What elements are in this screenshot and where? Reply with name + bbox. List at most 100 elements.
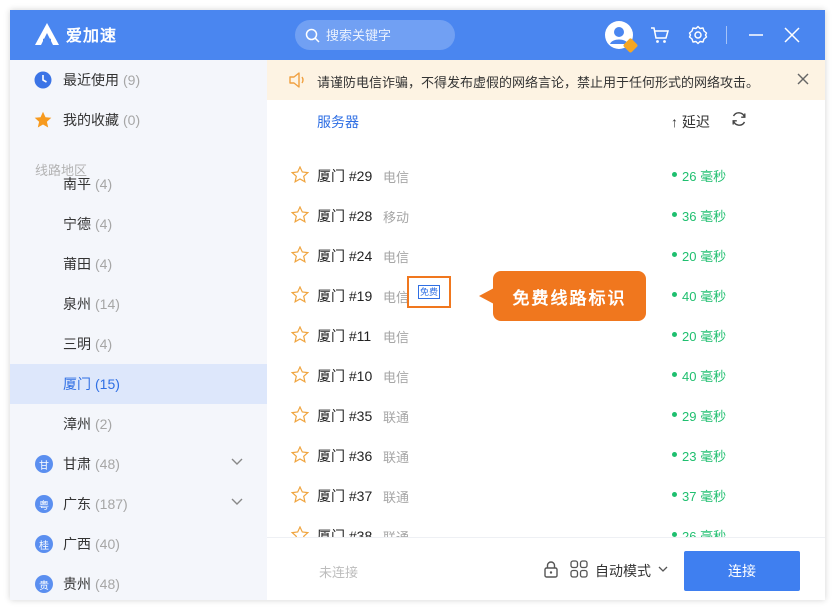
server-latency: 40 毫秒 (682, 369, 727, 384)
server-isp: 电信 (383, 290, 410, 305)
sidebar-item-guangxi[interactable]: 桂 广西 (40) (10, 524, 267, 564)
status-dot (672, 172, 677, 177)
column-header-delay-label: 延迟 (681, 114, 710, 130)
server-row[interactable]: 厦门 #35 联通 29 毫秒 (267, 394, 825, 434)
search-input[interactable] (326, 27, 446, 43)
sidebar-item-count: (9) (123, 72, 141, 88)
sidebar-item-guangdong[interactable]: 粤 广东 (187) (10, 484, 267, 524)
gear-icon[interactable] (685, 22, 711, 48)
connect-button[interactable]: 连接 (684, 551, 800, 591)
connection-status: 未连接 (319, 565, 359, 580)
sidebar-item-ningde[interactable]: 宁德 (4) (10, 204, 267, 244)
sidebar-item-xiamen[interactable]: 厦门 (15) (10, 364, 267, 404)
sidebar-item-putian[interactable]: 莆田 (4) (10, 244, 267, 284)
notice-bar: 请谨防电信诈骗，不得发布虚假的网络言论，禁止用于任何形式的网络攻击。 (267, 60, 825, 100)
sidebar-item-quanzhou[interactable]: 泉州 (14) (10, 284, 267, 324)
sidebar-item-nanping[interactable]: 南平 (4) (10, 164, 267, 204)
server-row[interactable]: 厦门 #24 电信 20 毫秒 (267, 234, 825, 274)
province-badge-icon: 甘 (35, 455, 53, 473)
server-latency: 40 毫秒 (682, 289, 727, 304)
sidebar-item-guizhou[interactable]: 贵 贵州 (48) (10, 564, 267, 600)
refresh-icon[interactable] (731, 111, 747, 127)
mode-selector[interactable]: 自动模式 (595, 561, 651, 581)
server-row[interactable]: 厦门 #37 联通 37 毫秒 (267, 474, 825, 514)
server-isp: 联通 (383, 450, 410, 465)
server-isp: 电信 (383, 370, 410, 385)
sidebar-item-label: 三明 (63, 336, 91, 352)
sidebar-item-count: (15) (95, 376, 120, 392)
sidebar-item-favorites[interactable]: 我的收藏 (0) (10, 100, 267, 140)
status-dot (672, 292, 677, 297)
speaker-icon (289, 72, 304, 88)
sidebar-item-count: (4) (95, 336, 113, 352)
sidebar-item-label: 宁德 (63, 216, 91, 232)
server-name: 厦门 #11 (317, 328, 372, 344)
favorite-star-icon[interactable] (291, 206, 309, 223)
favorite-star-icon[interactable] (291, 406, 309, 423)
footer-bar: 未连接 自动模式 连接 (267, 537, 825, 600)
server-name: 厦门 #24 (317, 248, 373, 264)
sidebar-item-label: 最近使用 (63, 72, 119, 88)
server-isp: 电信 (383, 170, 410, 185)
mode-grid-icon[interactable] (570, 560, 588, 578)
favorite-star-icon[interactable] (291, 286, 309, 303)
server-name: 厦门 #28 (317, 208, 373, 224)
server-latency: 29 毫秒 (682, 409, 727, 424)
sidebar: 最近使用 (9) 我的收藏 (0) 线路地区 南平 (4) 宁德 (4) 莆田 (4) 泉… (10, 60, 267, 600)
server-name: 厦门 #37 (317, 488, 373, 504)
notice-text: 请谨防电信诈骗，不得发布虚假的网络言论，禁止用于任何形式的网络攻击。 (317, 75, 760, 90)
province-badge-icon: 粤 (35, 495, 53, 513)
favorite-star-icon[interactable] (291, 446, 309, 463)
title-bar: 爱加速 (10, 10, 825, 60)
server-name: 厦门 #10 (317, 368, 373, 384)
server-isp: 联通 (383, 410, 410, 425)
province-badge-icon: 贵 (35, 575, 53, 593)
sidebar-item-zhangzhou[interactable]: 漳州 (2) (10, 404, 267, 444)
server-isp: 电信 (383, 250, 410, 265)
favorite-star-icon[interactable] (291, 166, 309, 183)
sidebar-item-label: 贵州 (63, 576, 91, 592)
status-dot (672, 212, 677, 217)
chevron-down-icon[interactable] (658, 566, 668, 573)
sidebar-item-label: 泉州 (63, 296, 91, 312)
sidebar-item-gansu[interactable]: 甘 甘肃 (48) (10, 444, 267, 484)
close-icon[interactable] (779, 22, 805, 48)
favorite-star-icon[interactable] (291, 326, 309, 343)
cart-icon[interactable] (647, 22, 673, 48)
callout-pointer (479, 288, 494, 304)
search-box[interactable] (295, 20, 455, 50)
favorite-star-icon[interactable] (291, 246, 309, 263)
sidebar-item-label: 漳州 (63, 416, 91, 432)
app-name: 爱加速 (66, 28, 118, 45)
server-row[interactable]: 厦门 #29 电信 26 毫秒 (267, 154, 825, 194)
chevron-down-icon[interactable] (231, 458, 243, 466)
server-isp: 移动 (383, 210, 410, 225)
favorite-star-icon[interactable] (291, 486, 309, 503)
chevron-down-icon[interactable] (231, 498, 243, 506)
free-line-callout: 免费线路标识 (479, 271, 646, 321)
sidebar-item-count: (4) (95, 176, 113, 192)
app-logo: 爱加速 (34, 22, 117, 46)
avatar-icon[interactable] (605, 21, 639, 54)
column-header-delay[interactable]: ↑ 延迟 (671, 112, 710, 132)
sidebar-item-count: (48) (95, 576, 120, 592)
server-row[interactable]: 厦门 #36 联通 23 毫秒 (267, 434, 825, 474)
column-header-server[interactable]: 服务器 (317, 112, 359, 132)
sidebar-item-recent[interactable]: 最近使用 (9) (10, 60, 267, 100)
server-row[interactable]: 厦门 #10 电信 40 毫秒 (267, 354, 825, 394)
sidebar-item-label: 莆田 (63, 256, 91, 272)
server-row[interactable]: 厦门 #28 移动 36 毫秒 (267, 194, 825, 234)
lock-icon[interactable] (542, 560, 560, 578)
server-isp: 联通 (383, 490, 410, 505)
status-dot (672, 252, 677, 257)
status-dot (672, 452, 677, 457)
favorite-star-icon[interactable] (291, 366, 309, 383)
minimize-icon[interactable] (743, 22, 769, 48)
sidebar-item-sanming[interactable]: 三明 (4) (10, 324, 267, 364)
status-dot (672, 332, 677, 337)
server-list: 厦门 #29 电信 26 毫秒 厦门 #28 移动 36 毫秒 厦门 #24 电… (267, 134, 825, 543)
notice-close-icon[interactable] (797, 73, 809, 85)
server-latency: 23 毫秒 (682, 449, 727, 464)
sidebar-item-count: (48) (95, 456, 120, 472)
sidebar-item-count: (40) (95, 536, 120, 552)
